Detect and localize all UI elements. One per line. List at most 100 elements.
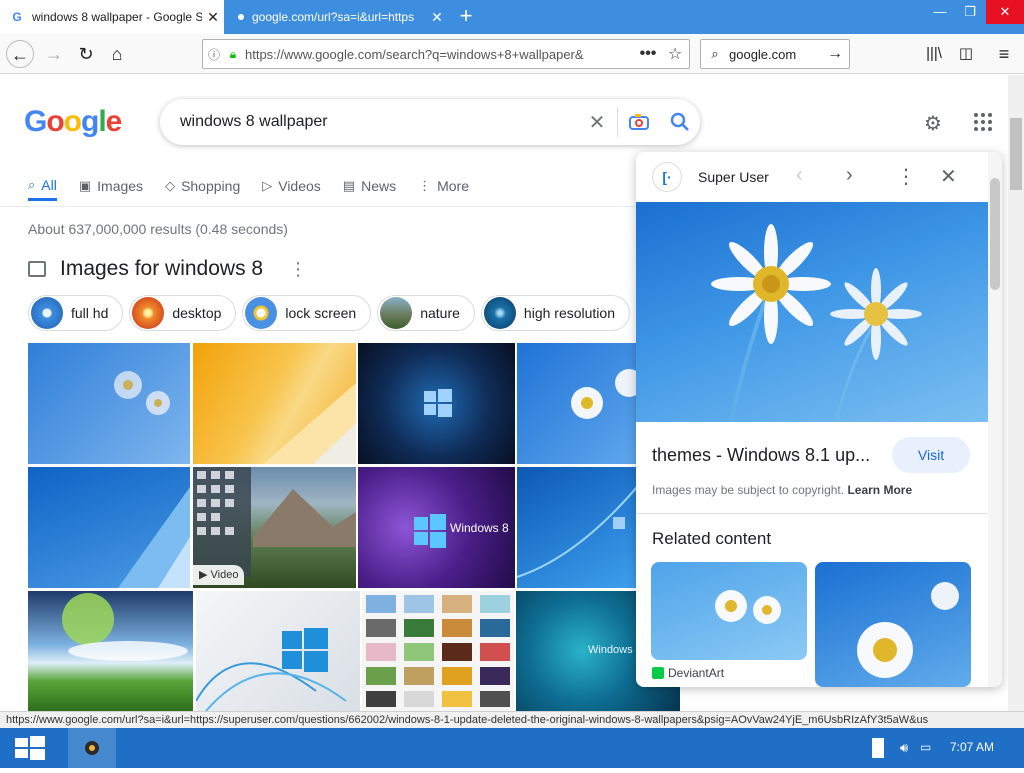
go-arrow-icon[interactable]: → (821, 45, 849, 63)
apps-grid-icon[interactable] (974, 113, 992, 131)
panel-close-icon[interactable]: ✕ (940, 164, 957, 189)
tab-images[interactable]: ▣ Images (79, 171, 143, 201)
camera-icon[interactable] (618, 113, 660, 131)
panel-more-icon[interactable]: ⋮ (896, 164, 916, 189)
chip-high-resolution[interactable]: high resolution (480, 295, 630, 331)
search-tabs: ⌕ All ▣ Images ◇ Shopping ▷ Videos ▤ News ⋮ Mo… (28, 171, 491, 207)
tab-label: Videos (278, 178, 321, 194)
chip-desktop[interactable]: desktop (129, 295, 237, 331)
tile-caption: Windows (588, 644, 633, 656)
image-result[interactable] (517, 343, 637, 464)
refinement-chips: full hd desktop lock screen nature high … (28, 295, 636, 331)
image-result[interactable]: ▶ Video (193, 467, 356, 588)
tab-news[interactable]: ▤ News (343, 171, 396, 201)
images-heading-text[interactable]: Images for windows 8 (60, 257, 263, 281)
google-logo[interactable]: Google (24, 105, 122, 139)
status-bar: https://www.google.com/url?sa=i&url=http… (0, 711, 1024, 728)
chip-thumbnail (132, 297, 165, 329)
page-actions-icon[interactable]: ••• (635, 45, 661, 63)
image-result[interactable] (362, 591, 514, 711)
tab-all[interactable]: ⌕ All (28, 171, 57, 201)
preview-title[interactable]: themes - Windows 8.1 up... (652, 445, 870, 466)
image-icon: ▣ (78, 178, 92, 193)
page-content: Google windows 8 wallpaper ✕ ⚙ ⌕ All ▣ Ima… (0, 75, 1008, 711)
image-icon (28, 261, 46, 277)
tab-google-url[interactable]: google.com/url?sa=i&url=https ✕ (226, 0, 448, 34)
chip-label: high resolution (523, 305, 615, 321)
address-bar[interactable]: ⓘ 🔒︎ https://www.google.com/search?q=win… (202, 39, 690, 69)
bookmark-star-icon[interactable]: ☆ (661, 44, 689, 64)
related-image[interactable] (651, 562, 807, 660)
chip-label: desktop (172, 305, 222, 321)
copyright-notice: Images may be subject to copyright. Lear… (652, 483, 912, 497)
forward-arrow-icon[interactable]: → (40, 40, 68, 68)
info-icon[interactable]: ⓘ (203, 46, 225, 63)
superuser-favicon-icon: [· (652, 162, 682, 192)
close-tab-icon[interactable]: ✕ (202, 9, 224, 26)
settings-gear-icon[interactable]: ⚙ (924, 111, 942, 136)
image-result[interactable] (28, 343, 190, 464)
back-arrow-icon[interactable]: ← (6, 40, 34, 68)
home-icon[interactable]: ⌂ (103, 40, 131, 68)
start-button[interactable] (0, 728, 60, 768)
new-tab-button[interactable]: + (454, 5, 478, 29)
image-result[interactable] (28, 591, 193, 711)
search-engine-label: google.com (729, 46, 797, 62)
image-result[interactable] (358, 343, 515, 464)
clear-icon[interactable]: ✕ (577, 110, 617, 135)
previous-chevron-icon[interactable]: ‹ (796, 164, 803, 187)
video-badge-label: Video (210, 569, 239, 581)
deviantart-icon (652, 667, 664, 679)
volume-icon[interactable]: 🔊︎ (900, 740, 908, 756)
page-scrollbar-thumb[interactable] (1010, 118, 1022, 190)
tab-google-search[interactable]: G windows 8 wallpaper - Google S ✕ (0, 0, 224, 34)
image-result[interactable] (193, 343, 356, 464)
copyright-text: Images may be subject to copyright. (652, 483, 845, 497)
reload-icon[interactable]: ↻ (72, 40, 100, 68)
related-image[interactable] (815, 562, 971, 687)
search-query[interactable]: windows 8 wallpaper (160, 113, 577, 131)
search-icon[interactable] (660, 112, 700, 132)
taskbar-app-button[interactable] (68, 728, 116, 768)
network-icon[interactable]: ▭ (920, 740, 931, 754)
more-options-icon[interactable]: ⋮ (289, 259, 307, 280)
preview-image[interactable] (636, 202, 988, 422)
visit-button[interactable]: Visit (892, 437, 970, 473)
chip-nature[interactable]: nature (377, 295, 475, 331)
menu-icon[interactable]: ≡ (990, 40, 1018, 68)
tab-videos[interactable]: ▷ Videos (262, 171, 321, 201)
desktop-peek-icon[interactable] (872, 738, 884, 758)
chip-label: lock screen (285, 305, 357, 321)
chip-thumbnail (31, 297, 63, 329)
chip-full-hd[interactable]: full hd (28, 295, 124, 331)
learn-more-link[interactable]: Learn More (847, 483, 912, 497)
tab-shopping[interactable]: ◇ Shopping (165, 171, 240, 201)
image-result[interactable] (196, 591, 360, 711)
chip-thumbnail (245, 297, 278, 329)
google-search-box[interactable]: windows 8 wallpaper ✕ (160, 99, 700, 145)
system-clock[interactable]: 7:07 AM (950, 740, 994, 754)
tab-title: windows 8 wallpaper - Google S (32, 10, 202, 24)
window-close-icon[interactable]: ✕ (986, 0, 1024, 24)
search-bar[interactable]: ⌕ google.com → (700, 39, 850, 69)
related-source: DeviantArt (652, 666, 724, 680)
play-icon: ▷ (262, 178, 273, 193)
panel-scrollbar-thumb[interactable] (990, 178, 1000, 290)
sidebar-icon[interactable]: ◫ (952, 40, 980, 68)
panel-source-name[interactable]: Super User (698, 169, 788, 185)
url-text[interactable]: https://www.google.com/search?q=windows+… (241, 47, 635, 62)
tab-label: More (437, 178, 470, 194)
chip-lock-screen[interactable]: lock screen (242, 295, 372, 331)
image-result[interactable] (28, 467, 190, 588)
close-tab-icon[interactable]: ✕ (426, 9, 448, 26)
tab-more[interactable]: ⋮ More (418, 171, 469, 201)
tab-label: All (41, 176, 57, 193)
next-chevron-icon[interactable]: › (846, 164, 853, 187)
library-icon[interactable]: |||\ (920, 40, 948, 68)
image-result[interactable] (517, 467, 637, 588)
chip-label: full hd (71, 305, 109, 321)
image-preview-panel: [· Super User ‹ › ⋮ ✕ themes - Windows 8… (636, 152, 1002, 687)
tab-label: Images (97, 178, 144, 194)
restore-icon[interactable]: ❐ (952, 0, 988, 24)
image-result[interactable]: Windows 8 (358, 467, 515, 588)
